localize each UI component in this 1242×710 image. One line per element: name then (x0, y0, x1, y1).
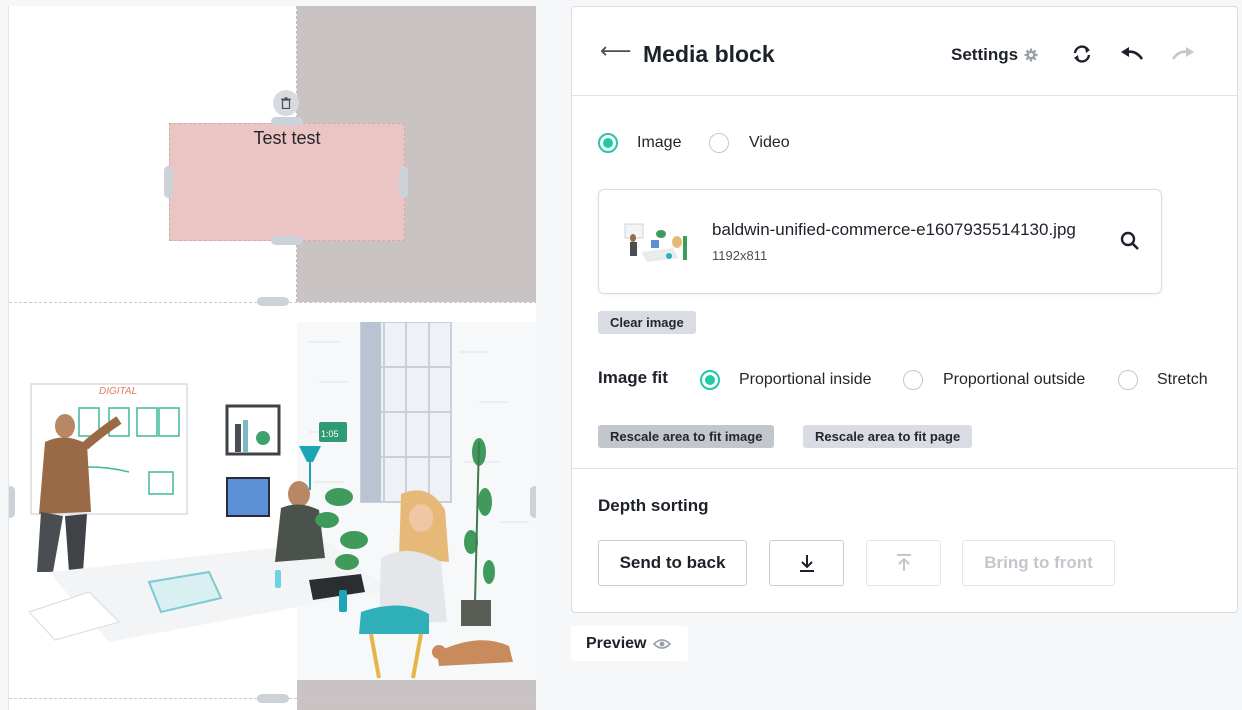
settings-label: Settings (951, 45, 1019, 64)
media-type-image-option[interactable]: Image (598, 133, 681, 153)
back-arrow-icon[interactable]: ⟵ (600, 40, 632, 62)
move-down-button[interactable] (769, 540, 844, 586)
proportional-inside-label: Proportional inside (739, 371, 872, 388)
settings-button[interactable]: Settings (951, 45, 1038, 65)
delete-block-button[interactable] (273, 90, 299, 116)
undo-icon[interactable] (1119, 41, 1145, 67)
preview-label: Preview (586, 634, 647, 652)
section-divider (572, 468, 1237, 469)
media-block-panel: ⟵ Media block Settings Image Video baldw… (571, 6, 1238, 613)
media-image[interactable]: DIGITAL 1:05 (9, 322, 536, 680)
fit-proportional-inside-option[interactable]: Proportional inside (700, 370, 872, 390)
stretch-label: Stretch (1157, 371, 1208, 388)
panel-title: Media block (643, 41, 775, 67)
clear-image-button[interactable]: Clear image (598, 311, 696, 334)
move-down-icon (799, 555, 814, 572)
fit-proportional-outside-option[interactable]: Proportional outside (903, 370, 1085, 390)
fit-stretch-option[interactable]: Stretch (1118, 370, 1208, 390)
trash-icon (281, 97, 291, 109)
media-type-video-option[interactable]: Video (709, 133, 790, 153)
refresh-icon[interactable] (1069, 41, 1095, 67)
rescale-to-image-button[interactable]: Rescale area to fit image (598, 425, 775, 448)
panel-header: ⟵ Media block Settings (572, 7, 1237, 96)
resize-handle-bottom[interactable] (271, 236, 303, 245)
video-radio-label: Video (749, 134, 790, 151)
preview-button[interactable]: Preview (571, 626, 688, 661)
search-icon[interactable] (1119, 230, 1143, 254)
depth-sorting-label: Depth sorting (598, 496, 709, 515)
image-fit-label: Image fit (598, 368, 668, 387)
image-resize-handle-left[interactable] (9, 486, 15, 518)
bring-to-front-button[interactable]: Bring to front (962, 540, 1115, 586)
redo-icon[interactable] (1170, 41, 1196, 67)
rescale-to-page-button[interactable]: Rescale area to fit page (803, 425, 973, 448)
resize-handle-right[interactable] (399, 166, 408, 198)
proportional-outside-label: Proportional outside (943, 371, 1086, 388)
text-block-content[interactable]: Test test (253, 128, 320, 148)
design-canvas[interactable]: Test test DIGITAL 1:05 (8, 6, 536, 710)
file-thumbnail (621, 216, 693, 268)
text-block[interactable]: Test test (169, 123, 405, 241)
move-up-button[interactable] (866, 540, 941, 586)
placeholder-block-bottom[interactable] (297, 680, 536, 710)
video-radio[interactable] (709, 133, 729, 153)
area-resize-handle-bottom[interactable] (257, 694, 289, 703)
proportional-outside-radio[interactable] (903, 370, 923, 390)
file-name: baldwin-unified-commerce-e1607935514130.… (712, 220, 1076, 239)
image-resize-handle-right[interactable] (530, 486, 536, 518)
image-radio-label: Image (637, 134, 682, 151)
area-resize-handle[interactable] (257, 297, 289, 306)
svg-text:DIGITAL: DIGITAL (99, 386, 137, 397)
move-up-icon (896, 554, 911, 571)
proportional-inside-radio[interactable] (700, 370, 720, 390)
resize-handle-left[interactable] (164, 166, 173, 198)
gear-icon (1024, 48, 1038, 62)
file-dimensions: 1192x811 (712, 248, 768, 263)
svg-text:1:05: 1:05 (321, 429, 339, 439)
resize-handle-top[interactable] (271, 117, 303, 126)
send-to-back-button[interactable]: Send to back (598, 540, 747, 586)
stretch-radio[interactable] (1118, 370, 1138, 390)
image-radio[interactable] (598, 133, 618, 153)
eye-icon (653, 638, 672, 649)
selected-file-card[interactable]: baldwin-unified-commerce-e1607935514130.… (598, 189, 1162, 294)
